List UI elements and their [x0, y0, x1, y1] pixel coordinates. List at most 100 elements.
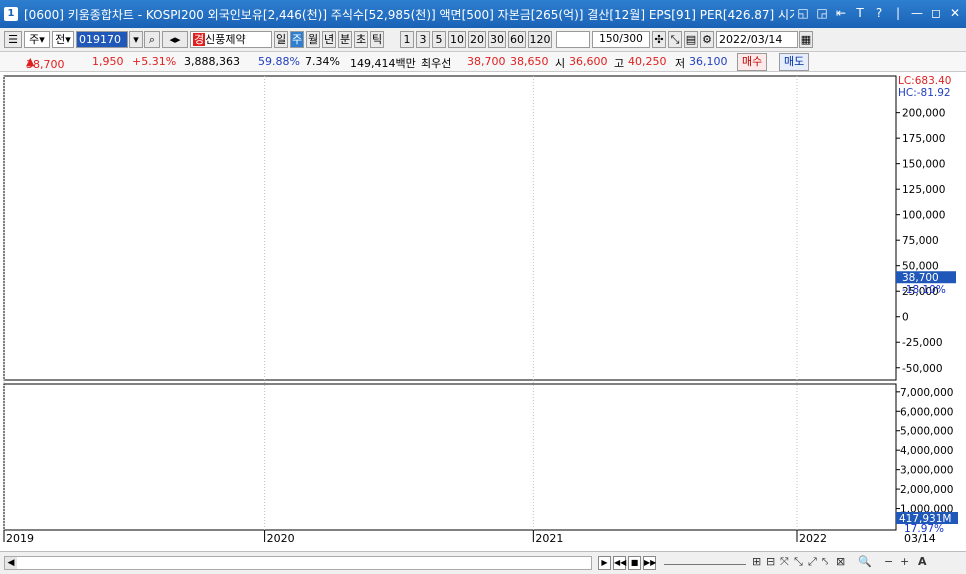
lc-label: LC:683.40 [898, 75, 951, 87]
window-number-badge[interactable]: 1 [4, 7, 18, 21]
bottom-bar: ◀ ▶ ◀◀ ■ ▶▶ ⊞ ⊟ ⤧ ⤡ ⤢ ⤣ ⊠ 🔍 − + A [0, 551, 966, 574]
price-tick-label: 150,000 [902, 159, 945, 171]
current-volume-pct: 17.97% [904, 523, 944, 535]
tab-day[interactable]: 일 [274, 31, 288, 48]
search-icon[interactable]: ⌕ [144, 31, 160, 48]
company-name-field[interactable]: 경신풍제약 [190, 31, 272, 48]
gear-icon[interactable]: ⚙ [700, 31, 714, 48]
price-tick-label: 75,000 [902, 235, 939, 247]
price-tick-label: 200,000 [902, 108, 945, 120]
maximize-icon[interactable]: ◻ [929, 6, 943, 20]
scroll-left-icon[interactable]: ◀ [5, 557, 17, 569]
price-change: 1,950 [92, 55, 124, 68]
interval-120[interactable]: 120 [528, 31, 552, 48]
rate-2: 7.34% [305, 55, 340, 68]
period-type-select[interactable]: 주▾ [24, 31, 50, 48]
title-buttons: ◱ ◲ ⇤ T ? | — ◻ ✕ [796, 6, 962, 20]
play-button[interactable]: ▶ [598, 556, 611, 570]
grid-minus-icon[interactable]: ⊟ [766, 555, 775, 568]
custom-interval-input[interactable] [556, 31, 590, 48]
volume-tick-label: 3,000,000 [900, 465, 953, 477]
interval-1[interactable]: 1 [400, 31, 414, 48]
volume-tick-label: 4,000,000 [900, 445, 953, 457]
trade-volume: 3,888,363 [184, 55, 240, 68]
company-badge: 경 [193, 33, 206, 46]
chart-axes: 2019 2020 2021 2022 03/14200,000175,000150,0… [3, 75, 958, 545]
volume-tick-label: 5,000,000 [900, 426, 953, 438]
tab-month[interactable]: 월 [306, 31, 320, 48]
box-icon[interactable]: ⊠ [836, 555, 845, 568]
interval-20[interactable]: 20 [468, 31, 486, 48]
price-info-bar: 38,700 ▲ 1,950 +5.31% 3,888,363 59.88% 7… [0, 52, 966, 72]
stock-code-input[interactable]: 019170 [76, 31, 128, 48]
interval-10[interactable]: 10 [448, 31, 466, 48]
price-tick-label: 50,000 [902, 261, 939, 273]
calendar-icon[interactable]: ▦ [799, 31, 813, 48]
zoom-slider[interactable] [664, 555, 746, 565]
x-tick-label: 2022 [799, 532, 827, 545]
grid-icon[interactable]: ⊞ [752, 555, 761, 568]
open-label: 시 [555, 57, 566, 70]
interval-60[interactable]: 60 [508, 31, 526, 48]
draw-tool-icon[interactable]: ⤡ [668, 31, 682, 48]
prev-select[interactable]: 전▾ [52, 31, 74, 48]
x-tick-label: 2020 [267, 532, 295, 545]
window-title: [0600] 키움종합차트 - KOSPI200 외국인보유[2,446(천)]… [24, 7, 794, 22]
tab-minute[interactable]: 분 [338, 31, 352, 48]
low-label: 저 [675, 57, 686, 70]
tab-second[interactable]: 초 [354, 31, 368, 48]
volume-tick-label: 2,000,000 [900, 484, 953, 496]
font-icon[interactable]: T [853, 6, 867, 20]
bar-count-input[interactable]: 150/300 [592, 31, 650, 48]
open-price: 36,600 [569, 55, 608, 68]
tab-year[interactable]: 년 [322, 31, 336, 48]
price-panel-frame [3, 75, 897, 381]
price-tick-label: 0 [902, 312, 909, 324]
interval-30[interactable]: 30 [488, 31, 506, 48]
current-pct-label: -18.10% [902, 284, 946, 296]
crosshair-icon[interactable]: ✣ [652, 31, 666, 48]
sell-button[interactable]: 매도 [779, 53, 810, 71]
layout-alt-icon[interactable]: ◲ [815, 6, 829, 20]
price-tick-label: 100,000 [902, 210, 945, 222]
interval-3[interactable]: 3 [416, 31, 430, 48]
interval-5[interactable]: 5 [432, 31, 446, 48]
pin-icon[interactable]: ⇤ [834, 6, 848, 20]
zoom-in-icon[interactable]: + [900, 555, 909, 568]
resize-icon[interactable]: ⤢ [808, 555, 817, 569]
stop-button[interactable]: ■ [628, 556, 641, 570]
price-tick-label: 125,000 [902, 184, 945, 196]
rewind-button[interactable]: ◀◀ [613, 556, 626, 570]
horizontal-scrollbar[interactable]: ◀ [4, 556, 592, 570]
stock-chart[interactable]: 최고 214,000 (09/21)최저 4,940 (08/05)배당락(0.… [0, 72, 966, 551]
title-bar: 1 [0600] 키움종합차트 - KOSPI200 외국인보유[2,446(천… [0, 0, 966, 28]
best-ask: 38,700 [467, 55, 506, 68]
fast-forward-button[interactable]: ▶▶ [643, 556, 656, 570]
auto-scale-icon[interactable]: A [918, 555, 927, 568]
date-input[interactable]: 2022/03/14 [716, 31, 798, 48]
zoom-icon[interactable]: 🔍 [858, 555, 872, 568]
resize-alt-icon[interactable]: ⤣ [822, 555, 828, 569]
help-icon[interactable]: ? [872, 6, 886, 20]
prev-next-icon[interactable]: ◂▸ [162, 31, 188, 48]
separator: | [895, 6, 901, 20]
tab-tick[interactable]: 틱 [370, 31, 384, 48]
close-icon[interactable]: ✕ [948, 6, 962, 20]
menu-icon[interactable]: ☰ [4, 31, 22, 48]
expand-icon[interactable]: ⤧ [780, 555, 789, 569]
tab-week[interactable]: 주 [290, 31, 304, 48]
zoom-out-icon[interactable]: − [884, 555, 893, 568]
x-tick-label: 2019 [6, 532, 34, 545]
save-icon[interactable]: ▤ [684, 31, 698, 48]
code-dropdown-icon[interactable]: ▾ [129, 31, 143, 48]
best-bid: 38,650 [510, 55, 549, 68]
layout-icon[interactable]: ◱ [796, 6, 810, 20]
shrink-icon[interactable]: ⤡ [794, 555, 803, 569]
low-price: 36,100 [689, 55, 728, 68]
current-price-label: 38,700 [902, 272, 939, 284]
minimize-icon[interactable]: — [910, 6, 924, 20]
price-change-pct: +5.31% [132, 55, 177, 68]
best-price-label: 최우선 [421, 57, 452, 70]
current-price: 38,700 ▲ [26, 55, 65, 71]
buy-button[interactable]: 매수 [737, 53, 768, 71]
